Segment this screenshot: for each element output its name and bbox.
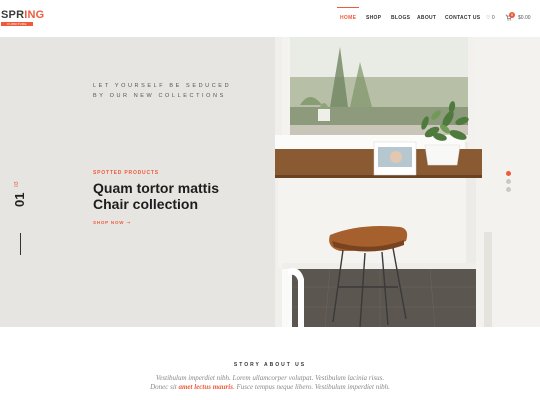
- nav-contact[interactable]: CONTACT US: [445, 15, 480, 21]
- shop-now-link[interactable]: SHOP NOW ➝: [93, 220, 131, 226]
- nav-blogs[interactable]: BLOGS: [391, 15, 410, 21]
- wishlist-count: 0: [491, 15, 495, 21]
- heart-icon: ♡: [486, 15, 491, 21]
- slide-divider: [20, 233, 21, 255]
- slider-dots: [506, 171, 512, 193]
- slide-number: 01: [12, 192, 27, 207]
- slider-dot-3[interactable]: [506, 187, 511, 192]
- site-header: SPRING FURNITURE HOME SHOP BLOGS ABOUT C…: [0, 0, 540, 37]
- story-highlight: amet lectus mauris: [178, 383, 233, 391]
- slider-dot-2[interactable]: [506, 179, 511, 184]
- slide-total: 03: [14, 181, 20, 187]
- cart-count-badge: 0: [509, 12, 515, 18]
- hero-title: Quam tortor mattis Chair collection: [93, 180, 220, 212]
- hero-photo: [0, 37, 540, 327]
- nav-home[interactable]: HOME: [336, 7, 360, 21]
- wishlist-link[interactable]: ♡ 0: [486, 15, 495, 21]
- nav-shop[interactable]: SHOP: [366, 15, 381, 21]
- hero-tagline: LET YOURSELF BE SEDUCED BY OUR NEW COLLE…: [93, 83, 232, 99]
- logo-subtitle: FURNITURE: [1, 22, 33, 26]
- logo-wordmark: SPRING: [1, 9, 45, 21]
- nav-about[interactable]: ABOUT: [417, 15, 436, 21]
- story-body: Vestibulum imperdiet nibh. Lorem ullamco…: [150, 374, 390, 391]
- brand-logo[interactable]: SPRING FURNITURE: [1, 9, 44, 26]
- hero-slider: LET YOURSELF BE SEDUCED BY OUR NEW COLLE…: [0, 37, 540, 327]
- hero-eyebrow: SPOTTED PRODUCTS: [93, 170, 159, 176]
- slider-dot-1[interactable]: [506, 171, 511, 176]
- cart-link[interactable]: 0 $0.00: [505, 12, 531, 23]
- story-title: STORY ABOUT US: [233, 362, 307, 368]
- cart-total: $0.00: [518, 15, 531, 21]
